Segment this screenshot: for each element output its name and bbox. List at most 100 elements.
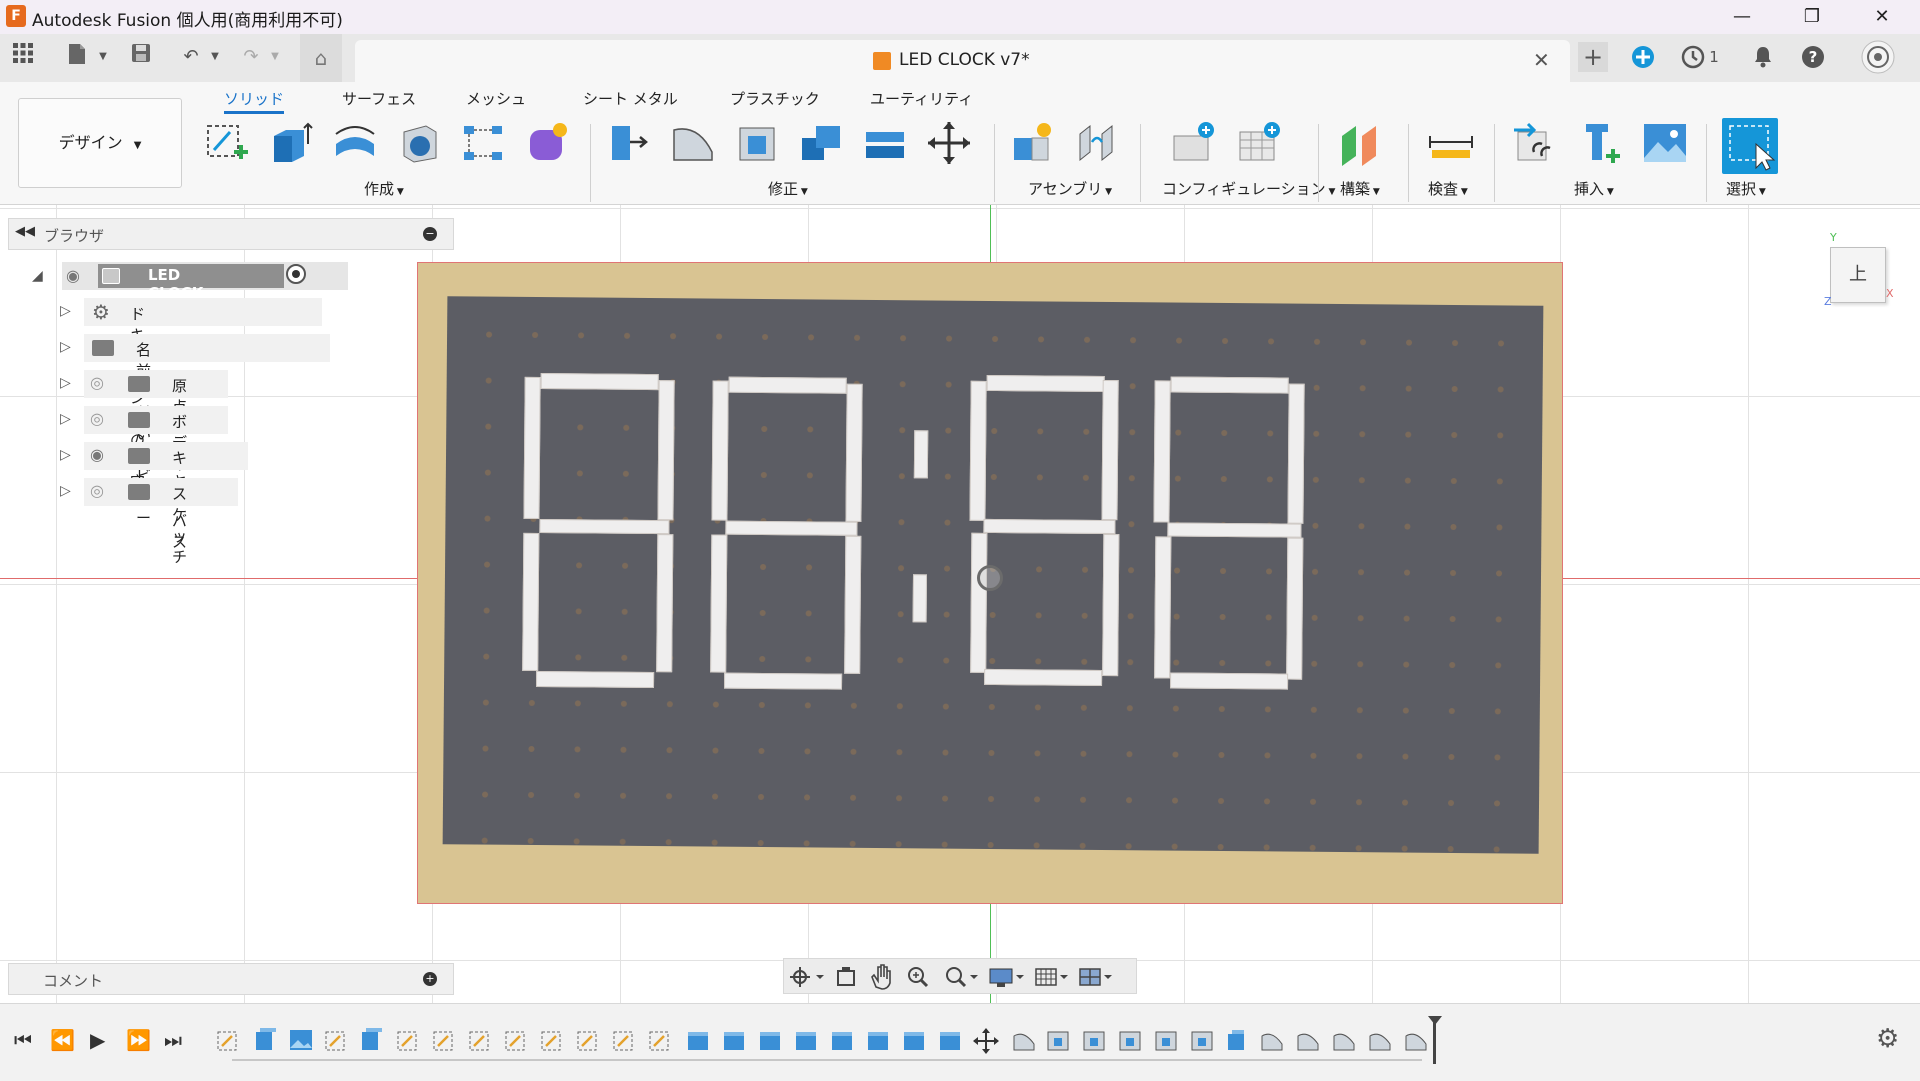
timeline-sketch-icon[interactable] [541,1031,561,1051]
timeline-shell-icon[interactable] [1047,1031,1069,1051]
collapsed-triangle-icon[interactable]: ▷ [60,483,71,499]
account-avatar[interactable] [1860,40,1896,74]
configure-design-icon[interactable] [1170,120,1216,166]
timeline-fillet-icon[interactable] [1333,1033,1355,1051]
timeline-sketch-icon[interactable] [577,1031,597,1051]
timeline-fillet-icon[interactable] [1405,1033,1427,1051]
timeline-first-icon[interactable]: ⏮ [14,1028,32,1052]
notifications-icon[interactable] [1748,42,1778,72]
timeline-fillet-icon[interactable] [1013,1033,1035,1051]
shell-icon[interactable] [734,120,780,166]
tab-plastic[interactable]: プラスチック [730,88,820,109]
tab-sheet-metal[interactable]: シート メタル [583,88,678,109]
visibility-eye-icon[interactable]: ◉ [66,266,80,285]
job-status-icon[interactable] [1678,42,1708,72]
document-tab[interactable]: LED CLOCK v7* ✕ [355,40,1570,82]
fillet-icon[interactable] [670,120,716,166]
undo-chevron-icon[interactable]: ▼ [200,42,230,72]
insert-canvas-icon[interactable] [1642,120,1688,166]
timeline-extrude-icon[interactable] [256,1028,276,1050]
modify-group-label[interactable]: 修正 ▼ [768,178,808,199]
timeline-features[interactable] [216,1024,1436,1058]
split-body-icon[interactable] [862,120,908,166]
timeline-sketch-icon[interactable] [649,1031,669,1051]
timeline-marker[interactable] [1433,1020,1436,1064]
timeline-extrude-icon[interactable] [832,1032,852,1050]
timeline-sketch-icon[interactable] [325,1031,345,1051]
comments-panel-header[interactable]: コメント + [8,963,454,995]
insert-derive-icon[interactable] [1512,120,1558,166]
add-comment-icon[interactable]: + [423,972,437,986]
extrude-icon[interactable] [268,120,314,166]
timeline-prev-icon[interactable]: ⏪ [50,1028,75,1052]
timeline-move-icon[interactable] [973,1028,999,1054]
zoom-icon[interactable] [908,967,929,988]
tab-solid[interactable]: ソリッド [224,88,285,114]
collapsed-triangle-icon[interactable]: ▷ [60,339,71,355]
collapsed-triangle-icon[interactable]: ▷ [60,303,71,319]
revolve-icon[interactable] [332,120,378,166]
extensions-icon[interactable] [1628,42,1658,72]
maximize-button[interactable]: ❐ [1784,0,1840,34]
timeline-extrude-icon[interactable] [1228,1030,1244,1050]
timeline-canvas-icon[interactable] [290,1030,312,1050]
pattern-icon[interactable] [460,120,506,166]
press-pull-icon[interactable] [606,120,652,166]
redo-chevron-icon[interactable]: ▼ [260,42,290,72]
pan-hand-icon[interactable] [871,964,891,990]
orbit-icon[interactable] [790,967,824,987]
tab-mesh[interactable]: メッシュ [466,88,526,109]
timeline-sketch-icon[interactable] [469,1031,489,1051]
tab-surface[interactable]: サーフェス [342,88,416,109]
workspace-switcher-button[interactable]: デザイン ▼ [18,98,182,188]
visibility-eye-icon[interactable]: ◉ [90,445,104,464]
minimize-button[interactable]: — [1714,0,1770,34]
construct-group-label[interactable]: 構築 ▼ [1340,178,1380,199]
visibility-hidden-icon[interactable]: ◎ [90,373,104,392]
timeline-play-icon[interactable]: ▶ [90,1028,105,1052]
combine-icon[interactable] [798,120,844,166]
timeline-extrude-icon[interactable] [868,1032,888,1050]
timeline-fillet-icon[interactable] [1261,1033,1283,1051]
collapsed-triangle-icon[interactable]: ▷ [60,447,71,463]
create-group-label[interactable]: 作成 ▼ [364,178,404,199]
timeline-extrude-icon[interactable] [724,1032,744,1050]
insert-mcmaster-icon[interactable] [1576,120,1622,166]
timeline-settings-gear-icon[interactable]: ⚙ [1876,1024,1899,1054]
timeline-last-icon[interactable]: ⏭ [164,1028,182,1052]
save-icon[interactable] [126,42,156,72]
select-button[interactable] [1722,118,1778,174]
home-icon[interactable]: ⌂ [300,34,342,82]
visibility-hidden-icon[interactable]: ◎ [90,409,104,428]
collapsed-triangle-icon[interactable]: ▷ [60,375,71,391]
collapsed-triangle-icon[interactable]: ▷ [60,411,71,427]
timeline-shell-icon[interactable] [1083,1031,1105,1051]
timeline-fillet-icon[interactable] [1369,1033,1391,1051]
create-form-icon[interactable] [524,120,570,166]
help-icon[interactable]: ? [1798,42,1828,72]
grid-settings-icon[interactable] [1035,968,1068,986]
activate-radio-icon[interactable] [286,264,306,284]
offset-plane-icon[interactable] [1338,120,1384,166]
browser-panel-header[interactable]: ◀◀ ブラウザ − [8,218,454,250]
look-at-icon[interactable] [837,967,855,986]
timeline-extrude-icon[interactable] [760,1032,780,1050]
visibility-hidden-icon[interactable]: ◎ [90,481,104,500]
timeline-marker-handle[interactable] [1428,1016,1442,1025]
timeline-fillet-icon[interactable] [1297,1033,1319,1051]
timeline-shell-icon[interactable] [1119,1031,1141,1051]
insert-group-label[interactable]: 挿入 ▼ [1574,178,1614,199]
timeline-sketch-icon[interactable] [217,1031,237,1051]
timeline-extrude-icon[interactable] [796,1032,816,1050]
timeline-sketch-icon[interactable] [505,1031,525,1051]
minimize-panel-icon[interactable]: − [423,227,437,241]
select-group-label[interactable]: 選択 ▼ [1726,178,1766,199]
viewcube[interactable]: 上 [1830,247,1886,303]
fit-zoom-icon[interactable] [946,967,978,988]
hole-icon[interactable] [396,120,442,166]
timeline-sketch-icon[interactable] [613,1031,633,1051]
timeline-sketch-icon[interactable] [397,1031,417,1051]
measure-icon[interactable] [1428,120,1474,166]
timeline-extrude-icon[interactable] [940,1032,960,1050]
timeline-extrude-icon[interactable] [688,1032,708,1050]
